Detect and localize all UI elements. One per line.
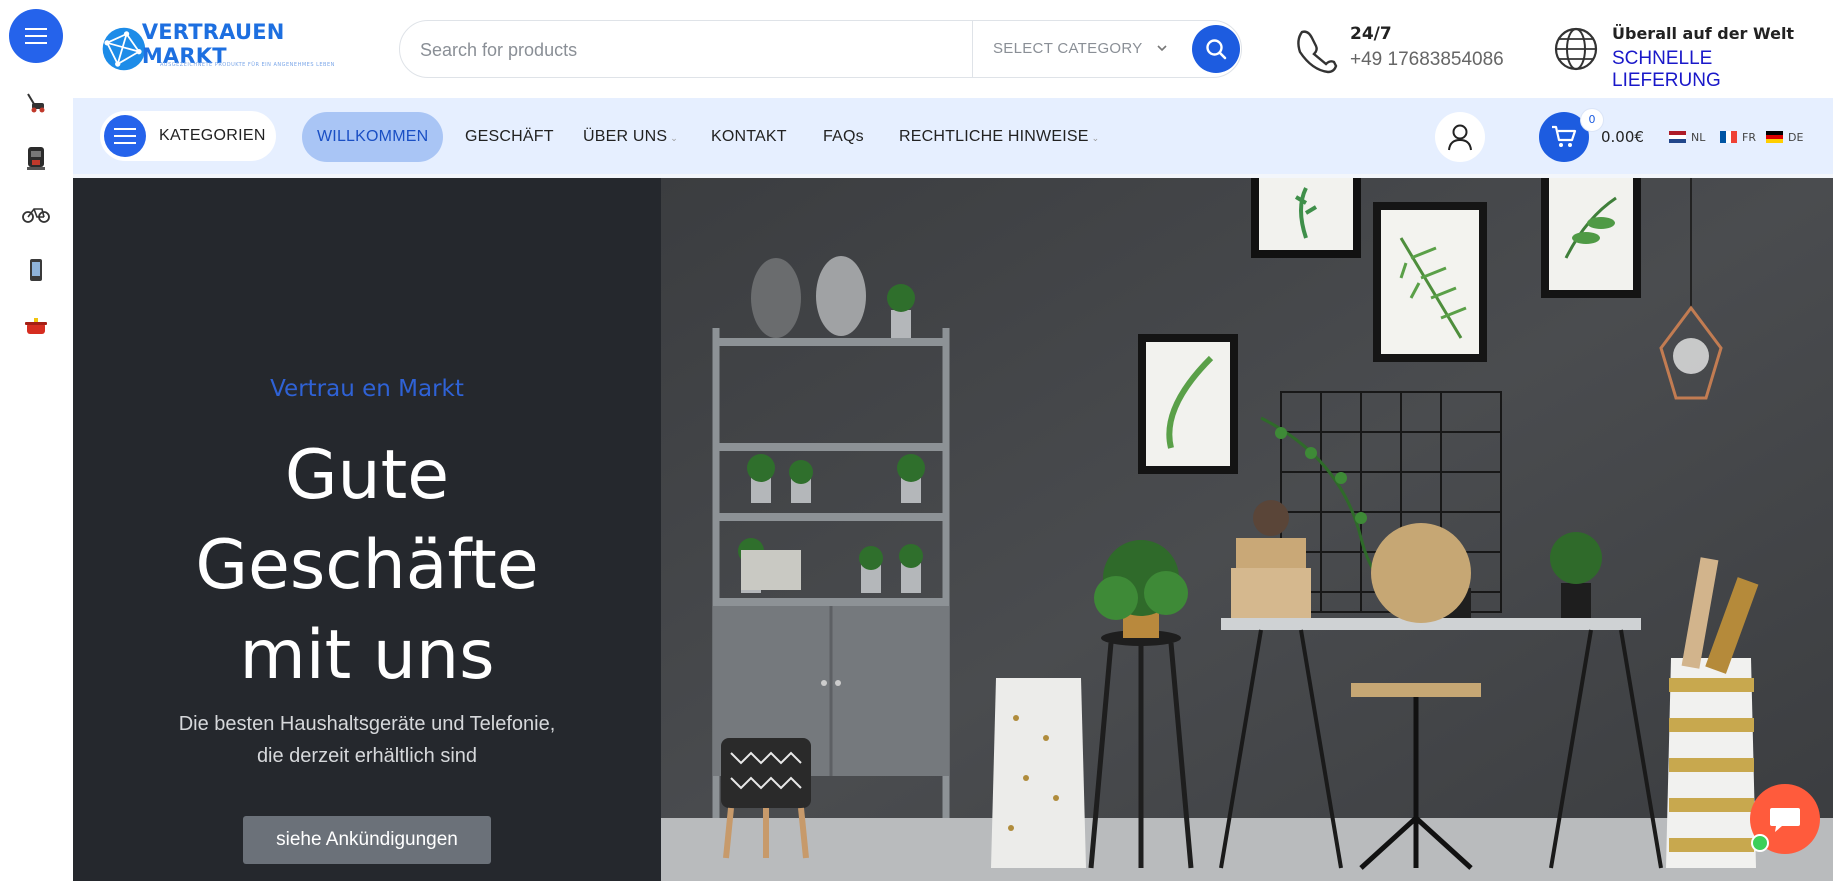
shipping-headline: Überall auf der Welt (1612, 24, 1795, 43)
logo-wordmark: VERTRAUEN MARKT (141, 20, 285, 68)
support-contact: 24/7 +49 17683854086 (1292, 22, 1532, 78)
rail-item-phones[interactable] (18, 252, 54, 288)
nav-item-willkommen[interactable]: WILLKOMMEN (302, 112, 444, 162)
support-phone[interactable]: +49 17683854086 (1350, 49, 1504, 71)
rail-item-garden[interactable] (18, 84, 54, 120)
online-status-dot (1751, 834, 1769, 852)
nav-item-label: RECHTLICHE HINWEISE (899, 128, 1089, 145)
chevron-down-icon: ⌄ (670, 133, 679, 143)
category-select[interactable]: SELECT CATEGORY (993, 21, 1143, 77)
logo-tagline: AUSGEZEICHNETE PRODUKTE FÜR EIN ANGENEHM… (160, 62, 335, 68)
site-logo[interactable]: VERTRAUEN MARKT AUSGEZEICHNETE PRODUKTE … (100, 20, 350, 76)
nav-item-ueber-uns[interactable]: ÜBER UNS ⌄ (583, 112, 678, 162)
flag-fr-icon (1720, 131, 1737, 143)
nav-item-geschaeft[interactable]: GESCHÄFT (465, 112, 554, 162)
lawn-mower-icon (27, 93, 45, 113)
hamburger-icon (114, 128, 136, 144)
hero-title-line: mit uns (239, 616, 495, 695)
rail-item-cookware[interactable] (18, 308, 54, 344)
hero-interior-image (661, 178, 1833, 881)
lang-code: NL (1691, 130, 1706, 144)
nav-item-rechtliche-hinweise[interactable]: RECHTLICHE HINWEISE ⌄ (899, 112, 1099, 162)
search-bar: SELECT CATEGORY (399, 20, 1242, 79)
chevron-down-icon (1157, 45, 1167, 52)
user-icon (1448, 124, 1472, 151)
hero-cta-button[interactable]: siehe Ankündigungen (243, 816, 491, 864)
categories-label: KATEGORIEN (159, 127, 266, 144)
cookware-icon (25, 318, 47, 334)
hero-text-panel: Vertrau en Markt Gute Geschäfte mit uns … (73, 178, 661, 881)
search-divider (972, 21, 973, 77)
rail-item-kitchen[interactable] (18, 140, 54, 176)
hamburger-icon (25, 28, 47, 44)
shipping-info: Überall auf der Welt SCHNELLE LIEFERUNG (1553, 22, 1823, 91)
search-icon (1206, 39, 1227, 60)
lang-de[interactable]: DE (1766, 112, 1803, 162)
search-button[interactable] (1192, 25, 1240, 73)
flag-de-icon (1766, 131, 1783, 143)
cart-total: 0.00€ (1601, 128, 1644, 146)
category-rail (0, 0, 74, 881)
hero-title: Gute Geschäfte mit uns (73, 431, 661, 701)
hero-eyebrow: Vertrau en Markt (270, 376, 464, 402)
smartphone-icon (30, 259, 42, 281)
rail-item-bikes[interactable] (18, 196, 54, 232)
support-hours: 24/7 (1350, 24, 1392, 44)
main-nav: KATEGORIEN WILLKOMMEN GESCHÄFT ÜBER UNS ⌄… (73, 98, 1833, 178)
hero-banner: Vertrau en Markt Gute Geschäfte mit uns … (73, 178, 1833, 881)
categories-button[interactable]: KATEGORIEN (100, 111, 276, 161)
lang-code: FR (1742, 130, 1756, 144)
hero-description: Die besten Haushaltsgeräte und Telefonie… (73, 708, 661, 772)
lang-code: DE (1788, 130, 1804, 144)
flag-nl-icon (1669, 131, 1686, 143)
cart-icon (1552, 125, 1577, 147)
espresso-machine-icon (27, 147, 45, 170)
globe-icon (1554, 27, 1598, 71)
chat-bubble-icon (1770, 808, 1800, 832)
shipping-subline[interactable]: SCHNELLE LIEFERUNG (1612, 48, 1823, 92)
nav-item-kontakt[interactable]: KONTAKT (711, 112, 787, 162)
account-button[interactable] (1435, 112, 1485, 162)
hero-title-line: Geschäfte (195, 526, 539, 605)
hero-title-line: Gute (284, 436, 450, 515)
rail-menu-button[interactable] (9, 9, 63, 63)
chevron-down-icon: ⌄ (1091, 133, 1100, 143)
nav-item-label: ÜBER UNS (583, 128, 668, 145)
globe-logo-icon (102, 27, 146, 71)
nav-item-faqs[interactable]: FAQs (823, 112, 864, 162)
hero-description-line: die derzeit erhältlich sind (256, 745, 478, 767)
lang-fr[interactable]: FR (1720, 112, 1756, 162)
hero-description-line: Die besten Haushaltsgeräte und Telefonie… (178, 713, 556, 735)
bicycle-icon (22, 208, 50, 223)
search-input[interactable] (418, 21, 962, 79)
lang-nl[interactable]: NL (1669, 112, 1705, 162)
phone-support-icon (1297, 30, 1338, 74)
categories-menu-circle (104, 115, 146, 157)
